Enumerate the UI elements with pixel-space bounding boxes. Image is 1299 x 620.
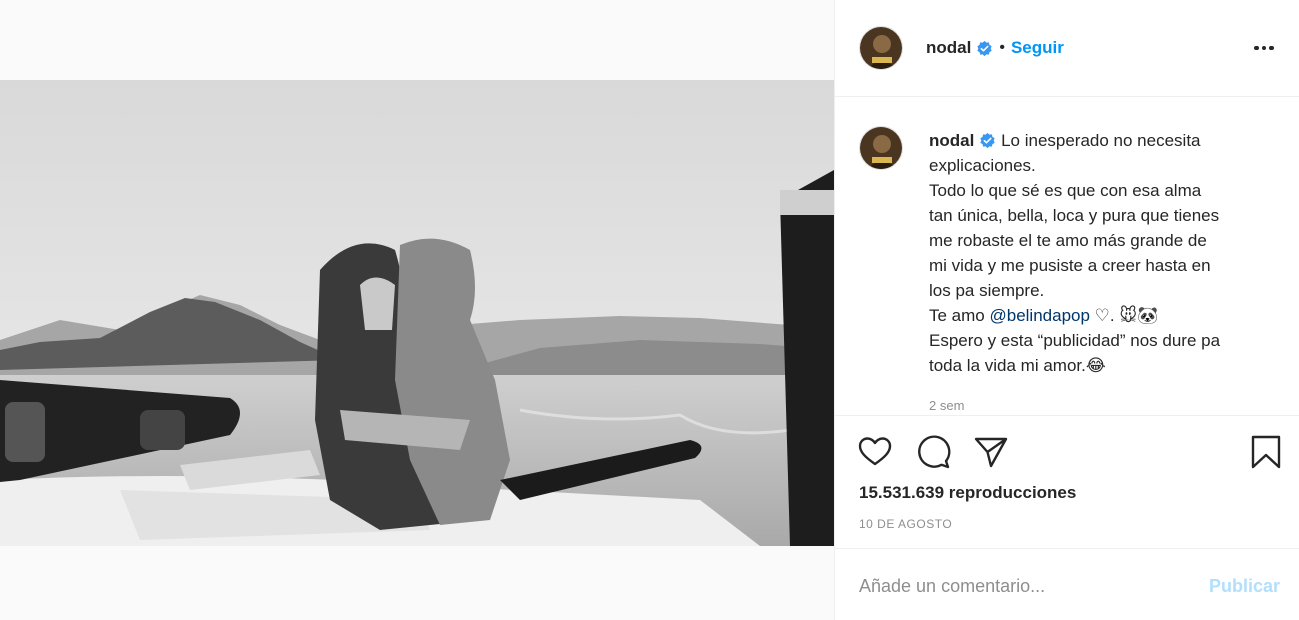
post-side-panel: nodal • Seguir nodal Lo inesperado no ne…	[834, 0, 1299, 620]
heart-icon[interactable]	[857, 434, 893, 470]
caption-text: los pa siempre.	[929, 281, 1045, 300]
bookmark-icon[interactable]	[1248, 434, 1284, 470]
relative-time[interactable]: 2 sem	[929, 398, 964, 413]
more-options-icon[interactable]	[1254, 38, 1278, 58]
caption-text: explicaciones.	[929, 156, 1036, 175]
post-actions: 15.531.639 reproducciones 10 DE AGOSTO P…	[835, 415, 1299, 620]
paper-plane-icon[interactable]	[973, 434, 1009, 470]
more-dot	[1261, 45, 1266, 51]
post-video[interactable]	[0, 80, 834, 546]
views-count[interactable]: 15.531.639 reproducciones	[859, 483, 1076, 503]
avatar[interactable]	[859, 26, 903, 70]
more-dot	[1269, 45, 1274, 51]
comment-input[interactable]	[859, 573, 1189, 599]
caption-text: Espero y esta “publicidad” nos dure pa	[929, 331, 1221, 350]
action-icons	[857, 434, 1009, 470]
avatar-image	[860, 127, 902, 169]
verified-badge-icon	[980, 132, 995, 149]
avatar-image	[860, 27, 902, 69]
separator-dot: •	[999, 39, 1005, 56]
comment-icon[interactable]	[915, 434, 951, 470]
video-frame	[0, 80, 834, 546]
media-column	[0, 0, 834, 620]
caption-text: Todo lo que sé es que con esa alma	[929, 181, 1202, 200]
caption-avatar[interactable]	[859, 126, 903, 170]
more-dot	[1254, 45, 1259, 51]
caption-text: me robaste el te amo más grande de	[929, 231, 1207, 250]
caption-text: ♡. 🐭🐼	[1089, 306, 1159, 325]
caption-username[interactable]: nodal	[929, 131, 974, 150]
caption-text: toda la vida mi amor.😂	[929, 356, 1106, 375]
mention-link[interactable]: @belindapop	[989, 306, 1089, 325]
caption-first-line: nodal Lo inesperado no necesita	[929, 128, 1269, 153]
instagram-post-page: nodal • Seguir nodal Lo inesperado no ne…	[0, 0, 1299, 620]
header-username[interactable]: nodal	[926, 38, 971, 58]
post-date[interactable]: 10 DE AGOSTO	[859, 517, 952, 531]
post-header: nodal • Seguir	[835, 0, 1299, 97]
follow-button[interactable]: Seguir	[1011, 38, 1064, 58]
caption-text: mi vida y me pusiste a creer hasta en	[929, 256, 1211, 275]
verified-badge-icon	[977, 40, 992, 56]
caption-mention-line: Te amo @belindapop ♡. 🐭🐼	[929, 303, 1269, 328]
post-caption: nodal Lo inesperado no necesita explicac…	[929, 128, 1269, 378]
comment-box: Publicar	[835, 548, 1299, 620]
caption-text: Lo inesperado no necesita	[1001, 131, 1201, 150]
caption-text: tan única, bella, loca y pura que tienes	[929, 206, 1220, 225]
caption-area: nodal Lo inesperado no necesita explicac…	[835, 98, 1299, 414]
caption-text: Te amo	[929, 306, 990, 325]
publish-button[interactable]: Publicar	[1209, 576, 1280, 597]
